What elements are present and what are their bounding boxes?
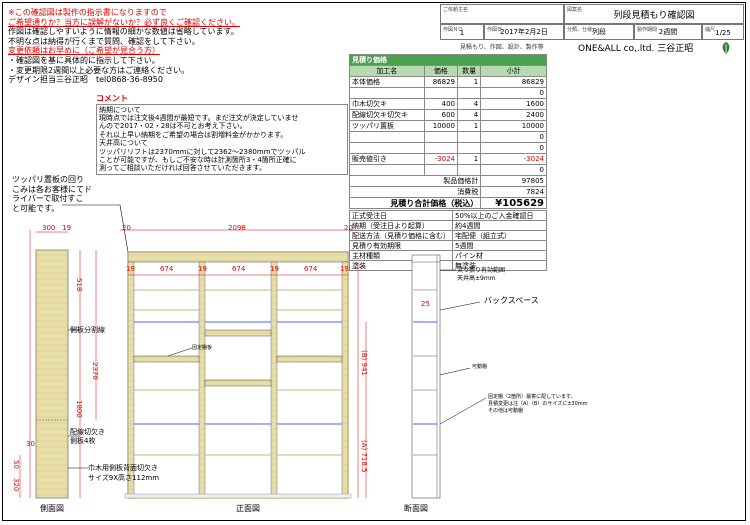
dim-320: 320 <box>12 478 20 492</box>
label-top-range-2: 天井高±9mm <box>457 275 496 282</box>
view-label-section: 断面図 <box>404 504 428 513</box>
dim-side-width: 300 <box>42 224 56 232</box>
side-view <box>19 230 97 499</box>
dim-50: 50 <box>12 460 20 469</box>
dim-2370: 2370 <box>91 362 99 380</box>
dim-col-0: 19 <box>126 265 135 273</box>
dim-back: 25 <box>421 300 430 308</box>
label-baseboard: 巾木用側板背面切欠き <box>88 464 158 472</box>
dim-518: 518 <box>75 278 83 292</box>
label-back-space: バックスペース <box>484 296 539 305</box>
label-wire-cut: 配線切欠き <box>70 428 105 436</box>
label-fixed-note-2: 見積変更は注（A）（B）のサイズに±30mm <box>488 401 588 407</box>
view-label-side: 側面図 <box>40 504 64 513</box>
dim-a: (A) 718.5 <box>360 440 368 473</box>
dim-top-total: 2098 <box>228 224 246 232</box>
cad-drawing <box>19 204 487 499</box>
dim-1800: 1800 <box>75 400 83 418</box>
label-wire-cut-2: 側板4枚 <box>70 437 96 445</box>
label-fixed-note-1: 固定棚（2箇所）最寄に配しています。 <box>488 394 576 400</box>
dim-30: 30 <box>26 440 35 448</box>
label-side-split: 側板分割線 <box>70 326 105 334</box>
dim-col-5: 674 <box>304 265 318 273</box>
section-view <box>411 254 487 499</box>
dim-side-19: 19 <box>62 224 71 232</box>
dim-top-left: 20 <box>122 224 131 232</box>
dim-col-2: 19 <box>198 265 207 273</box>
dim-top-right: 20 <box>344 224 353 232</box>
dim-col-3: 674 <box>232 265 246 273</box>
dim-col-4: 19 <box>270 265 279 273</box>
label-movable-shelf: 可動棚 <box>472 364 488 370</box>
label-fixed-shelf: 固定棚板 <box>192 345 213 351</box>
label-fixed-note-3: その他は可動棚 <box>488 408 524 414</box>
dim-col-1: 674 <box>160 265 174 273</box>
label-baseboard-2: サイズ9X高さ112mm <box>88 474 160 482</box>
view-label-front: 正面図 <box>236 504 260 513</box>
dim-col-6: 19 <box>340 265 349 273</box>
dim-b: (B) 941 <box>360 350 368 376</box>
